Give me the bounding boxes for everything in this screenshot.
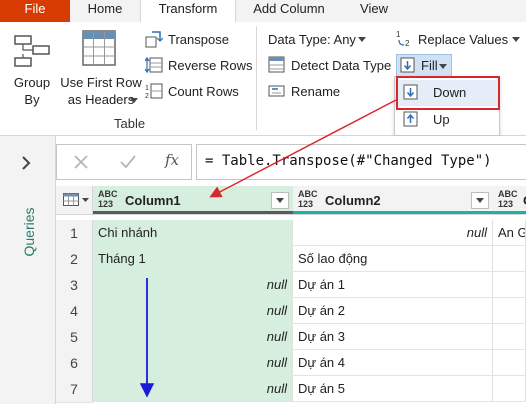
annotation-arrows (139, 99, 397, 398)
callout-arrow (209, 99, 397, 198)
